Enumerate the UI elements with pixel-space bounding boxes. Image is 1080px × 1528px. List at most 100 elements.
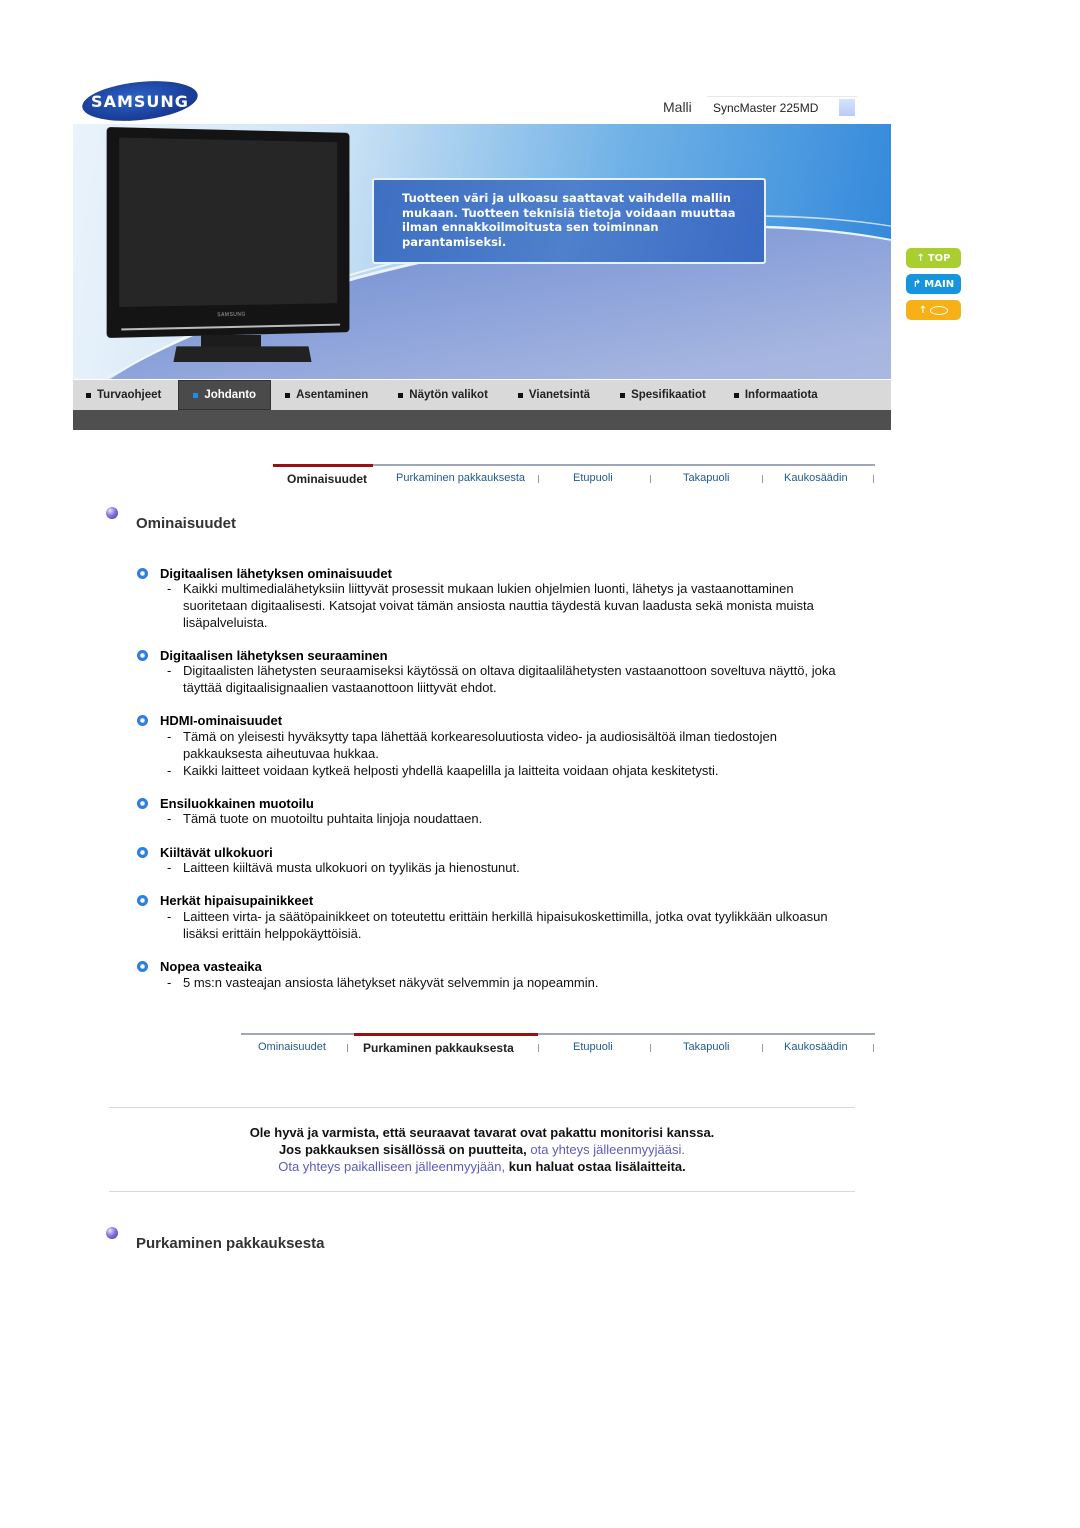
samsung-logo: SAMSUNG [80, 76, 200, 126]
feature-bullet: Kaikki multimedialähetyksiin liittyvät p… [167, 581, 837, 631]
subnav-separator [762, 1044, 763, 1052]
packing-note-line3: Ota yhteys paikalliseen jälleenmyyjään, … [109, 1158, 855, 1175]
nav-label: Vianetsintä [528, 389, 591, 401]
subtab-takapuoli[interactable]: Takapuoli [683, 1041, 729, 1053]
subnav-separator [347, 1044, 348, 1052]
feature-item: Digitaalisen lähetyksen ominaisuudet Kai… [137, 565, 837, 631]
model-label: Malli [663, 99, 692, 115]
nav-label: Spesifikaatiot [631, 389, 706, 401]
section-title: Ominaisuudet [136, 515, 237, 532]
main-nav: Turvaohjeet Johdanto Asentaminen Näytön … [73, 380, 891, 410]
nav-label: Johdanto [204, 389, 257, 401]
contact-dealer-link[interactable]: ota yhteys jälleenmyyjääsi. [530, 1142, 685, 1157]
sub-nav-top: Ominaisuudet Purkaminen pakkauksesta Etu… [273, 464, 875, 488]
packing-note-line1: Ole hyvä ja varmista, että seuraavat tav… [249, 1125, 715, 1140]
main-label: MAIN [924, 278, 955, 290]
subnav-separator [538, 1044, 539, 1052]
main-button[interactable]: ↱ MAIN [906, 274, 961, 294]
model-select[interactable]: SyncMaster 225MD [707, 96, 857, 118]
subnav-separator [762, 475, 763, 483]
subtab-kaukosaadin[interactable]: Kaukosäädin [784, 1041, 848, 1053]
nav-naytonvalikot[interactable]: Näytön valikot [398, 380, 488, 410]
nav-vianetsinta[interactable]: Vianetsintä [517, 380, 591, 410]
ring-bullet-icon [137, 895, 148, 907]
feature-heading: Nopea vasteaika [160, 959, 262, 975]
ring-bullet-icon [137, 715, 148, 727]
nav-underbar [73, 410, 891, 430]
subtab-etupuoli[interactable]: Etupuoli [573, 472, 613, 484]
subtab-takapuoli[interactable]: Takapuoli [683, 472, 729, 484]
subtab-purkaminen[interactable]: Purkaminen pakkauksesta [396, 472, 525, 484]
top-label: TOP [927, 252, 951, 264]
nav-turvaohjeet[interactable]: Turvaohjeet [86, 380, 161, 410]
bullet-square-icon [193, 392, 199, 398]
disclaimer-text: Tuotteen väri ja ulkoasu saattavat vaihd… [402, 191, 736, 249]
monitor-strip [121, 323, 341, 331]
nav-label: Asentaminen [296, 389, 369, 401]
feature-heading: Digitaalisen lähetyksen seuraaminen [160, 647, 388, 663]
feature-bullet: Tämä on yleisesti hyväksytty tapa lähett… [167, 729, 837, 763]
bullet-square-icon [86, 392, 91, 398]
subnav-active-indicator [273, 464, 373, 467]
feature-item: Herkät hipaisupainikkeet Laitteen virta-… [137, 893, 837, 943]
local-dealer-link[interactable]: Ota yhteys paikalliseen jälleenmyyjään, [278, 1159, 505, 1174]
section-title: Purkaminen pakkauksesta [136, 1235, 325, 1252]
feature-bullet: 5 ms:n vasteajan ansiosta lähetykset näk… [167, 975, 837, 992]
sphere-bullet-icon [106, 507, 118, 519]
feature-heading: Digitaalisen lähetyksen ominaisuudet [160, 565, 392, 581]
monitor-brand: SAMSUNG [217, 311, 246, 319]
packing-note-text: Jos pakkauksen sisällössä on puutteita, [278, 1142, 531, 1157]
feature-item: Nopea vasteaika 5 ms:n vasteajan ansiost… [137, 959, 837, 992]
feature-bullet: Digitaalisten lähetysten seuraamiseksi k… [167, 663, 837, 697]
hero-banner: SAMSUNG Tuotteen väri ja ulkoasu saattav… [73, 124, 891, 379]
bullet-square-icon [733, 392, 739, 398]
subnav-separator [873, 1044, 874, 1052]
disclaimer-box: Tuotteen väri ja ulkoasu saattavat vaihd… [372, 178, 766, 264]
monitor-neck [201, 335, 261, 347]
subnav-separator [538, 475, 539, 483]
packing-note-text: kun haluat ostaa lisälaitteita. [505, 1159, 686, 1174]
nav-asentaminen[interactable]: Asentaminen [285, 380, 368, 410]
logo-text: SAMSUNG [91, 91, 189, 111]
monitor-image: SAMSUNG [106, 127, 354, 370]
nav-spesifikaatiot[interactable]: Spesifikaatiot [620, 380, 706, 410]
nav-johdanto[interactable]: Johdanto [178, 380, 272, 410]
subnav-line [241, 1033, 875, 1035]
bullet-square-icon [285, 392, 291, 398]
section-heading-purkaminen: Purkaminen pakkauksesta [106, 1227, 324, 1252]
subtab-ominaisuudet[interactable]: Ominaisuudet [287, 472, 367, 486]
subtab-ominaisuudet[interactable]: Ominaisuudet [258, 1041, 326, 1053]
feature-bullet: Kaikki laitteet voidaan kytkeä helposti … [167, 763, 837, 780]
sphere-bullet-icon [106, 1227, 118, 1239]
divider [109, 1107, 855, 1108]
lips-icon [930, 305, 949, 315]
packing-note: Ole hyvä ja varmista, että seuraavat tav… [109, 1124, 855, 1175]
monitor-stand [173, 346, 312, 362]
feature-heading: Ensiluokkainen muotoilu [160, 795, 314, 811]
ring-bullet-icon [137, 649, 148, 661]
nav-informaatiota[interactable]: Informaatiota [733, 380, 818, 410]
nav-label: Turvaohjeet [97, 389, 162, 401]
arrow-bend-up-icon: ↱ [912, 278, 922, 290]
nav-label: Näytön valikot [409, 389, 488, 401]
subnav-separator [873, 475, 874, 483]
arrow-up-icon: ↑ [918, 304, 928, 316]
section-heading-ominaisuudet: Ominaisuudet [106, 507, 236, 532]
model-value: SyncMaster 225MD [713, 100, 819, 115]
language-button[interactable]: ↑ [906, 300, 961, 320]
subnav-separator [650, 475, 651, 483]
top-button[interactable]: ↑ TOP [906, 248, 961, 268]
ring-bullet-icon [137, 961, 148, 973]
nav-label: Informaatiota [744, 389, 818, 401]
monitor-screen [119, 137, 338, 307]
feature-item: HDMI-ominaisuudet Tämä on yleisesti hyvä… [137, 713, 837, 779]
feature-item: Digitaalisen lähetyksen seuraaminen Digi… [137, 647, 837, 697]
subtab-purkaminen[interactable]: Purkaminen pakkauksesta [363, 1041, 514, 1055]
feature-bullet: Laitteen kiiltävä musta ulkokuori on tyy… [167, 860, 837, 877]
ring-bullet-icon [137, 567, 148, 579]
subtab-etupuoli[interactable]: Etupuoli [573, 1041, 613, 1053]
feature-list: Digitaalisen lähetyksen ominaisuudet Kai… [137, 565, 837, 1007]
select-scroll-icon[interactable] [839, 99, 855, 116]
bullet-square-icon [398, 392, 404, 398]
subtab-kaukosaadin[interactable]: Kaukosäädin [784, 472, 848, 484]
